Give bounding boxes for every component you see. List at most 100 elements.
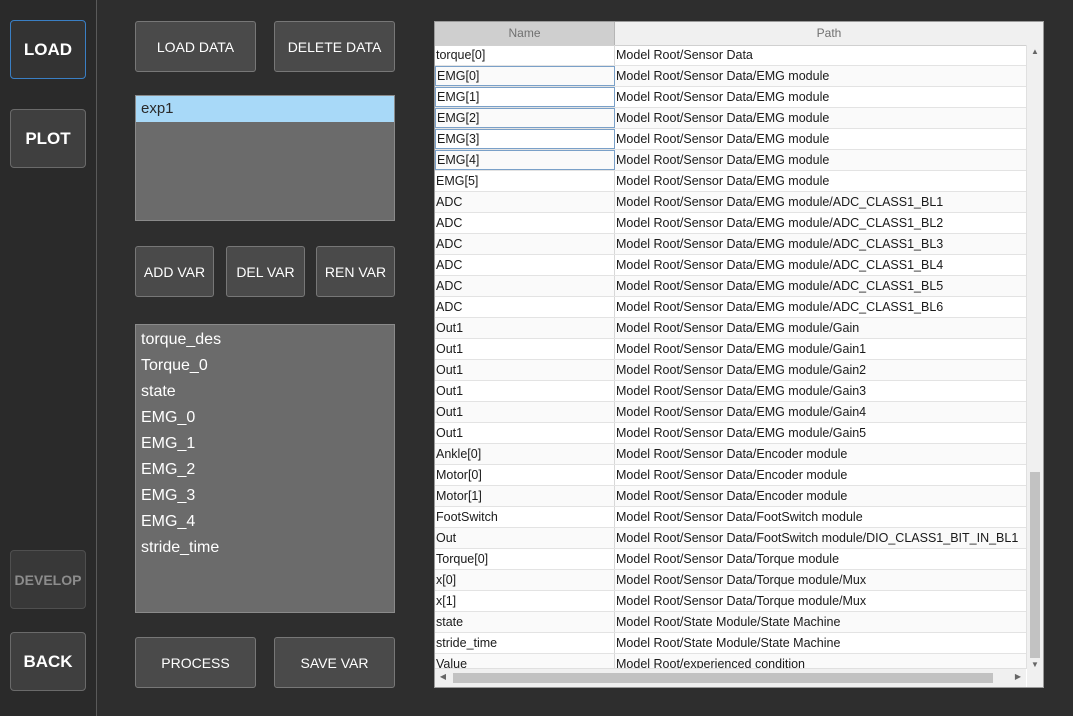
name-cell[interactable]: Out1 [435, 423, 615, 443]
path-cell[interactable]: Model Root/Sensor Data/EMG module [615, 66, 1026, 86]
table-row[interactable]: Out1 Model Root/Sensor Data/EMG module/Ga… [435, 360, 1026, 381]
variable-item[interactable]: torque_des [136, 327, 394, 353]
name-cell[interactable]: Torque[0] [435, 549, 615, 569]
plot-nav-button[interactable]: PLOT [10, 109, 86, 168]
name-cell[interactable]: Motor[1] [435, 486, 615, 506]
ren-var-button[interactable]: REN VAR [316, 246, 395, 297]
name-cell[interactable]: Out [435, 528, 615, 548]
table-row[interactable]: ADC Model Root/Sensor Data/EMG module/ADC… [435, 297, 1026, 318]
variable-item[interactable]: state [136, 379, 394, 405]
path-cell[interactable]: Model Root/Sensor Data [615, 45, 1026, 65]
name-cell[interactable]: EMG[0] [435, 66, 615, 86]
table-row[interactable]: Out1 Model Root/Sensor Data/EMG module/Ga… [435, 423, 1026, 444]
path-cell[interactable]: Model Root/Sensor Data/EMG module/ADC_CL… [615, 276, 1026, 296]
table-row[interactable]: FootSwitch Model Root/Sensor Data/FootSwi… [435, 507, 1026, 528]
path-cell[interactable]: Model Root/Sensor Data/FootSwitch module… [615, 528, 1026, 548]
horizontal-scroll-thumb[interactable] [453, 673, 993, 683]
path-cell[interactable]: Model Root/Sensor Data/Encoder module [615, 486, 1026, 506]
dataset-list[interactable]: exp1 [135, 95, 395, 221]
left-arrow-icon[interactable]: ◀ [435, 672, 451, 681]
down-arrow-icon[interactable]: ▼ [1027, 660, 1043, 669]
path-cell[interactable]: Model Root/Sensor Data/FootSwitch module [615, 507, 1026, 527]
variable-list[interactable]: torque_des Torque_0 state EMG_0 EMG_1 EMG_2 EM… [135, 324, 395, 613]
name-cell[interactable]: state [435, 612, 615, 632]
name-cell[interactable]: FootSwitch [435, 507, 615, 527]
table-row[interactable]: EMG[4] Model Root/Sensor Data/EMG module [435, 150, 1026, 171]
name-cell[interactable]: Out1 [435, 402, 615, 422]
dataset-item[interactable]: exp1 [136, 96, 394, 122]
path-cell[interactable]: Model Root/Sensor Data/EMG module/ADC_CL… [615, 234, 1026, 254]
name-cell[interactable]: Out1 [435, 339, 615, 359]
path-cell[interactable]: Model Root/Sensor Data/Encoder module [615, 465, 1026, 485]
table-row[interactable]: Out1 Model Root/Sensor Data/EMG module/Ga… [435, 381, 1026, 402]
develop-nav-button[interactable]: DEVELOP [10, 550, 86, 609]
delete-data-button[interactable]: DELETE DATA [274, 21, 395, 72]
table-row[interactable]: EMG[3] Model Root/Sensor Data/EMG module [435, 129, 1026, 150]
path-cell[interactable]: Model Root/Sensor Data/EMG module/Gain4 [615, 402, 1026, 422]
variable-item[interactable]: EMG_2 [136, 457, 394, 483]
variable-item[interactable]: EMG_4 [136, 509, 394, 535]
path-cell[interactable]: Model Root/Sensor Data/EMG module/Gain5 [615, 423, 1026, 443]
name-cell[interactable]: x[1] [435, 591, 615, 611]
table-row[interactable]: Torque[0] Model Root/Sensor Data/Torque m… [435, 549, 1026, 570]
path-cell[interactable]: Model Root/Sensor Data/Encoder module [615, 444, 1026, 464]
path-cell[interactable]: Model Root/Sensor Data/Torque module [615, 549, 1026, 569]
name-cell[interactable]: EMG[4] [435, 150, 615, 170]
path-cell[interactable]: Model Root/Sensor Data/EMG module [615, 108, 1026, 128]
variable-item[interactable]: Torque_0 [136, 353, 394, 379]
name-cell[interactable]: x[0] [435, 570, 615, 590]
process-button[interactable]: PROCESS [135, 637, 256, 688]
horizontal-scrollbar[interactable]: ◀ ▶ [435, 668, 1026, 687]
table-row[interactable]: Out1 Model Root/Sensor Data/EMG module/Ga… [435, 318, 1026, 339]
name-cell[interactable]: ADC [435, 276, 615, 296]
name-cell[interactable]: Ankle[0] [435, 444, 615, 464]
variable-item[interactable]: stride_time [136, 535, 394, 561]
table-row[interactable]: ADC Model Root/Sensor Data/EMG module/ADC… [435, 255, 1026, 276]
path-cell[interactable]: Model Root/Sensor Data/EMG module [615, 129, 1026, 149]
save-var-button[interactable]: SAVE VAR [274, 637, 395, 688]
name-cell[interactable]: ADC [435, 213, 615, 233]
name-cell[interactable]: ADC [435, 234, 615, 254]
name-cell[interactable]: EMG[2] [435, 108, 615, 128]
table-row[interactable]: stride_time Model Root/State Module/State… [435, 633, 1026, 654]
name-cell[interactable]: Motor[0] [435, 465, 615, 485]
name-cell[interactable]: EMG[5] [435, 171, 615, 191]
name-cell[interactable]: ADC [435, 192, 615, 212]
path-cell[interactable]: Model Root/Sensor Data/EMG module [615, 150, 1026, 170]
table-row[interactable]: EMG[5] Model Root/Sensor Data/EMG module [435, 171, 1026, 192]
table-row[interactable]: EMG[2] Model Root/Sensor Data/EMG module [435, 108, 1026, 129]
table-row[interactable]: ADC Model Root/Sensor Data/EMG module/ADC… [435, 213, 1026, 234]
variable-item[interactable]: EMG_1 [136, 431, 394, 457]
table-row[interactable]: state Model Root/State Module/State Machi… [435, 612, 1026, 633]
right-arrow-icon[interactable]: ▶ [1010, 672, 1026, 681]
path-cell[interactable]: Model Root/Sensor Data/EMG module/ADC_CL… [615, 192, 1026, 212]
table-row[interactable]: EMG[0] Model Root/Sensor Data/EMG module [435, 66, 1026, 87]
name-cell[interactable]: EMG[1] [435, 87, 615, 107]
path-cell[interactable]: Model Root/Sensor Data/EMG module [615, 87, 1026, 107]
table-row[interactable]: torque[0] Model Root/Sensor Data [435, 45, 1026, 66]
table-row[interactable]: x[0] Model Root/Sensor Data/Torque module… [435, 570, 1026, 591]
table-row[interactable]: Out Model Root/Sensor Data/FootSwitch mod… [435, 528, 1026, 549]
variable-item[interactable]: EMG_0 [136, 405, 394, 431]
path-cell[interactable]: Model Root/State Module/State Machine [615, 612, 1026, 632]
name-cell[interactable]: torque[0] [435, 45, 615, 65]
name-cell[interactable]: EMG[3] [435, 129, 615, 149]
table-row[interactable]: EMG[1] Model Root/Sensor Data/EMG module [435, 87, 1026, 108]
table-row[interactable]: Ankle[0] Model Root/Sensor Data/Encoder m… [435, 444, 1026, 465]
load-nav-button[interactable]: LOAD [10, 20, 86, 79]
table-row[interactable]: ADC Model Root/Sensor Data/EMG module/ADC… [435, 276, 1026, 297]
path-cell[interactable]: Model Root/Sensor Data/EMG module/ADC_CL… [615, 255, 1026, 275]
load-data-button[interactable]: LOAD DATA [135, 21, 256, 72]
name-cell[interactable]: Out1 [435, 360, 615, 380]
path-cell[interactable]: Model Root/Sensor Data/EMG module/Gain3 [615, 381, 1026, 401]
table-row[interactable]: Out1 Model Root/Sensor Data/EMG module/Ga… [435, 402, 1026, 423]
vertical-scroll-thumb[interactable] [1030, 472, 1040, 658]
path-column-header[interactable]: Path [615, 22, 1043, 45]
back-nav-button[interactable]: BACK [10, 632, 86, 691]
path-cell[interactable]: Model Root/State Module/State Machine [615, 633, 1026, 653]
path-cell[interactable]: Model Root/Sensor Data/EMG module [615, 171, 1026, 191]
name-cell[interactable]: ADC [435, 297, 615, 317]
name-cell[interactable]: stride_time [435, 633, 615, 653]
path-cell[interactable]: Model Root/Sensor Data/EMG module/ADC_CL… [615, 297, 1026, 317]
path-cell[interactable]: Model Root/Sensor Data/EMG module/ADC_CL… [615, 213, 1026, 233]
